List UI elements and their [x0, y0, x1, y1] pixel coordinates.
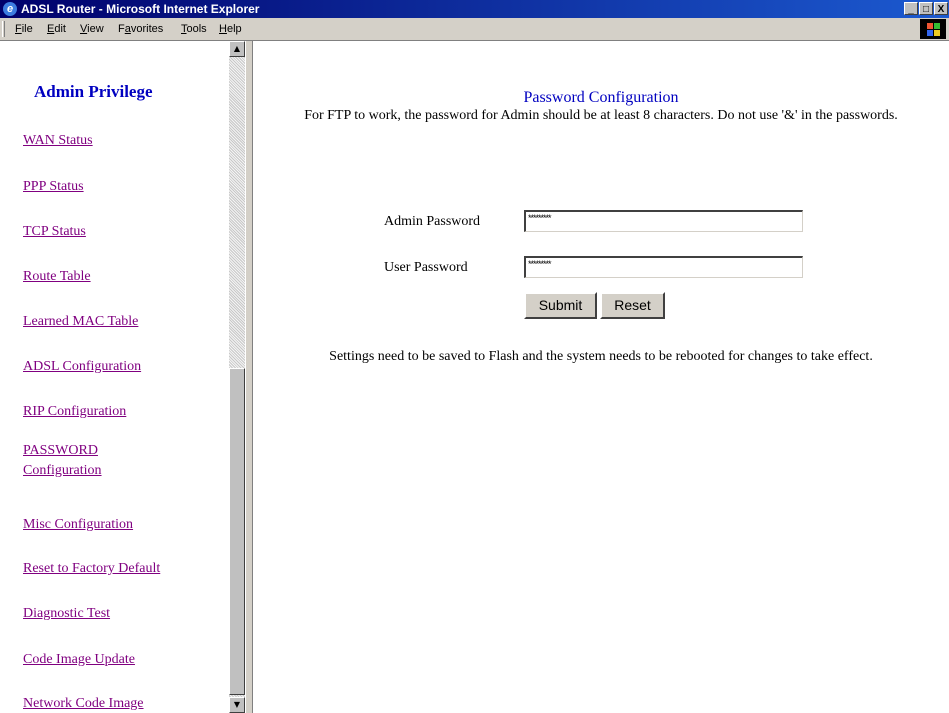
- menu-favorites[interactable]: Favorites: [118, 23, 163, 35]
- page-title: Password Configuration: [523, 89, 679, 106]
- navigation-frame: Admin Privilege WAN Status PPP Status TC…: [0, 41, 229, 713]
- nav-link-learned-mac-table[interactable]: Learned MAC Table: [23, 312, 138, 332]
- nav-link-network-code-image[interactable]: Network Code Image: [23, 694, 144, 713]
- user-password-label: User Password: [384, 260, 468, 275]
- menu-help[interactable]: Help: [219, 23, 242, 35]
- nav-link-ppp-status[interactable]: PPP Status: [23, 177, 84, 197]
- nav-link-code-image-update[interactable]: Code Image Update: [23, 650, 135, 670]
- scrollbar-thumb[interactable]: [229, 368, 245, 695]
- user-password-input[interactable]: *********: [524, 256, 803, 278]
- admin-password-input[interactable]: *********: [524, 210, 803, 232]
- ie-logo-icon: e: [3, 2, 17, 16]
- save-reboot-note: Settings need to be saved to Flash and t…: [329, 349, 873, 364]
- frame-divider[interactable]: [245, 41, 253, 713]
- scroll-down-arrow-icon[interactable]: ▼: [229, 697, 245, 713]
- nav-link-tcp-status[interactable]: TCP Status: [23, 222, 86, 242]
- minimize-button[interactable]: _: [904, 2, 918, 15]
- reset-button[interactable]: Reset: [600, 292, 665, 319]
- nav-link-route-table[interactable]: Route Table: [23, 267, 91, 287]
- menu-edit[interactable]: Edit: [47, 23, 66, 35]
- menu-grip: [2, 21, 5, 37]
- content-frame: Password Configuration For FTP to work, …: [253, 41, 949, 713]
- menu-bar: File Edit View Favorites Tools Help: [0, 18, 949, 41]
- admin-password-label: Admin Password: [384, 214, 481, 229]
- maximize-button[interactable]: □: [919, 2, 933, 15]
- nav-link-wan-status[interactable]: WAN Status: [23, 131, 93, 151]
- sidebar-scrollbar[interactable]: ▲ ▼: [229, 41, 245, 713]
- window-title: ADSL Router - Microsoft Internet Explore…: [21, 2, 260, 16]
- submit-button[interactable]: Submit: [524, 292, 597, 319]
- menu-file[interactable]: File: [15, 23, 33, 35]
- menu-tools[interactable]: Tools: [181, 23, 207, 35]
- close-button[interactable]: X: [934, 2, 948, 15]
- windows-logo-icon: [920, 19, 946, 39]
- sidebar-heading: Admin Privilege: [34, 82, 153, 101]
- instruction-text: For FTP to work, the password for Admin …: [304, 108, 898, 123]
- title-bar: e ADSL Router - Microsoft Internet Explo…: [0, 0, 949, 18]
- nav-link-diagnostic-test[interactable]: Diagnostic Test: [23, 604, 110, 624]
- nav-link-rip-configuration[interactable]: RIP Configuration: [23, 402, 126, 422]
- menu-view[interactable]: View: [80, 23, 104, 35]
- nav-link-reset-factory-default[interactable]: Reset to Factory Default: [23, 559, 160, 579]
- nav-link-password-configuration[interactable]: PASSWORD Configuration: [23, 441, 133, 481]
- scroll-up-arrow-icon[interactable]: ▲: [229, 41, 245, 57]
- nav-link-adsl-configuration[interactable]: ADSL Configuration: [23, 357, 141, 377]
- nav-link-misc-configuration[interactable]: Misc Configuration: [23, 515, 133, 535]
